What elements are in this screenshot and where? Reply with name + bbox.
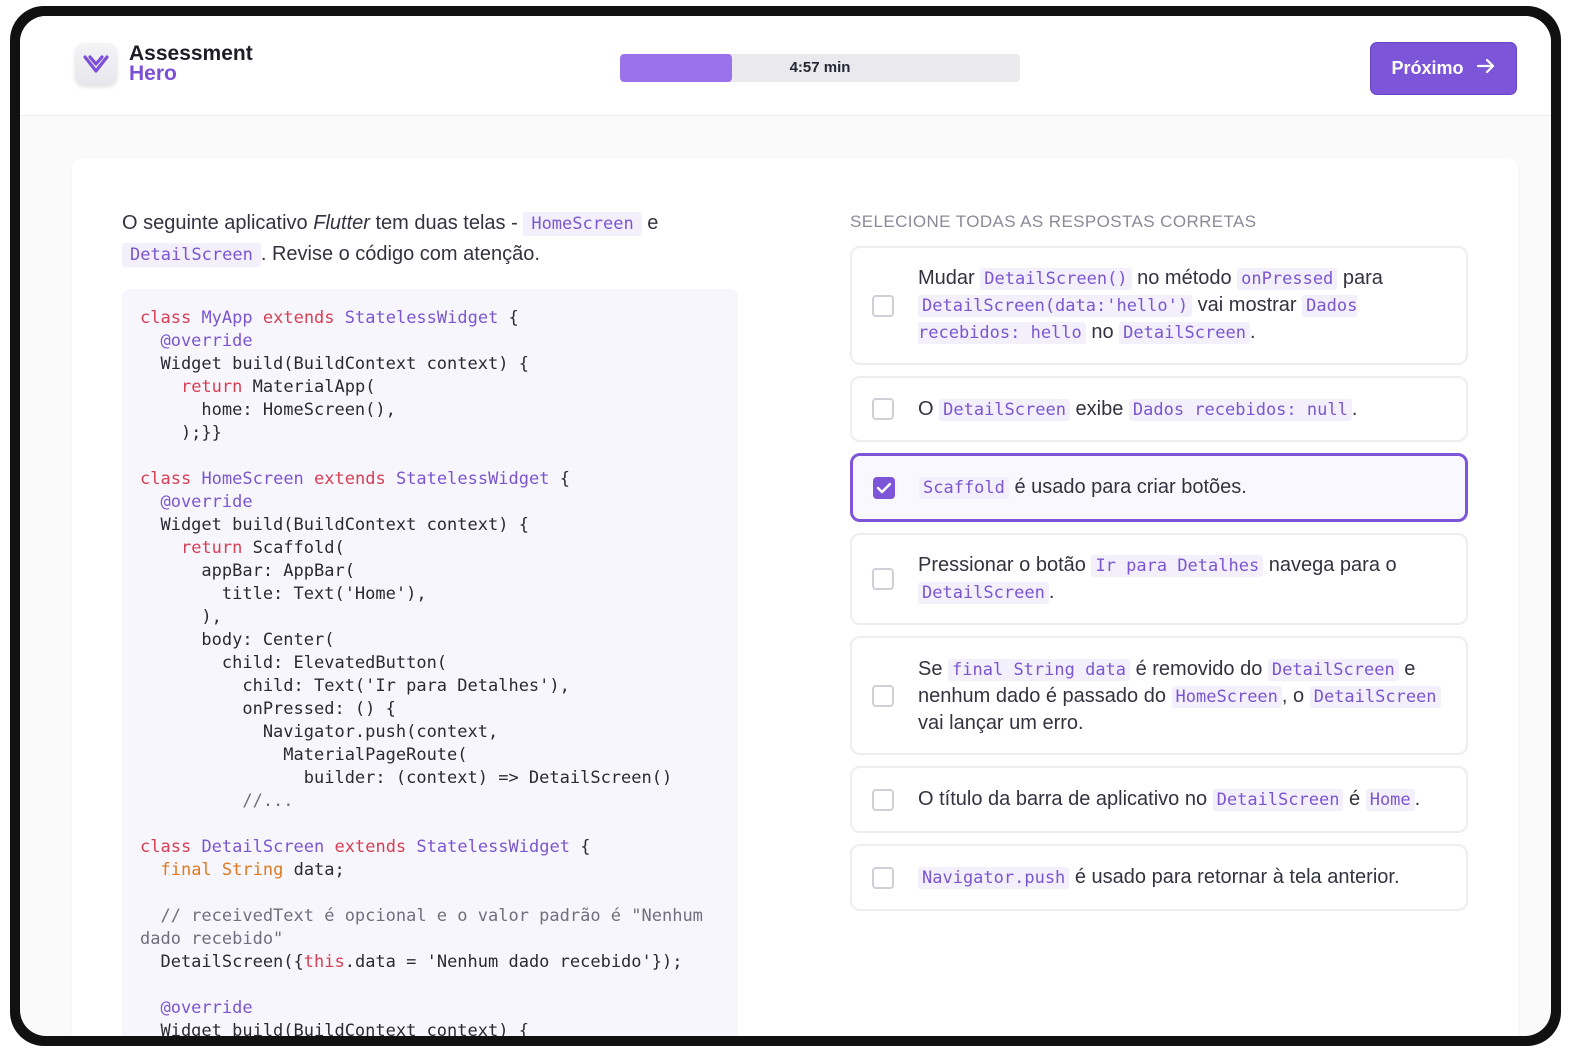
code-line: Widget build(BuildContext context) { xyxy=(140,1021,529,1036)
question-text-part: tem duas telas - xyxy=(369,212,524,234)
timer-label: 4:57 min xyxy=(789,59,851,76)
option-checkbox[interactable] xyxy=(873,476,895,499)
code-line: home: HomeScreen(), xyxy=(140,400,396,420)
question-text: O seguinte aplicativo Flutter tem duas t… xyxy=(122,208,742,270)
answer-option-4[interactable]: Pressionar o botão Ir para Detalhes nave… xyxy=(850,533,1468,625)
next-button[interactable]: Próximo xyxy=(1370,42,1517,95)
arrow-right-icon xyxy=(1476,57,1496,80)
options-title: SELECIONE TODAS AS RESPOSTAS CORRETAS xyxy=(850,212,1257,231)
code-line: );}} xyxy=(140,423,222,443)
option-checkbox[interactable] xyxy=(872,866,894,889)
option-text: O DetailScreen exibe Dados recebidos: nu… xyxy=(918,397,1358,421)
timer-progress-bar: 4:57 min xyxy=(620,54,1020,82)
code-line: return Scaffold( xyxy=(180,538,345,558)
code-line: return MaterialApp( xyxy=(180,377,376,397)
inline-code: DetailScreen xyxy=(122,243,261,267)
option-text: Pressionar o botão Ir para Detalhes nave… xyxy=(918,554,1397,604)
code-line: final String data; xyxy=(160,860,345,880)
question-text-part: e xyxy=(641,212,659,234)
question-text-part: . Revise o código com atenção. xyxy=(260,243,540,265)
answer-option-3[interactable]: Scaffold é usado para criar botões. xyxy=(850,453,1468,522)
answer-option-2[interactable]: O DetailScreen exibe Dados recebidos: nu… xyxy=(850,376,1468,442)
option-checkbox[interactable] xyxy=(872,294,894,317)
checkmark-icon xyxy=(876,482,892,493)
logo-subtitle: Hero xyxy=(129,62,177,85)
code-line: appBar: AppBar( xyxy=(140,561,355,581)
code-comment: // receivedText é opcional e o valor pad… xyxy=(140,906,703,949)
code-block: class MyApp extends StatelessWidget { @o… xyxy=(122,289,738,1036)
code-line: MaterialPageRoute( xyxy=(140,745,468,765)
code-line: Navigator.push(context, xyxy=(140,722,499,742)
option-checkbox[interactable] xyxy=(872,684,894,707)
question-text-emphasis: Flutter xyxy=(313,212,370,234)
option-checkbox[interactable] xyxy=(872,788,894,811)
code-line: child: Text('Ir para Detalhes'), xyxy=(140,676,570,696)
answer-options: Mudar DetailScreen() no método onPressed… xyxy=(850,246,1468,922)
code-line: //... xyxy=(140,791,294,811)
app-screen: Assessment Hero 4:57 min Próximo O segui… xyxy=(20,16,1551,1036)
hero-logo-icon xyxy=(75,43,117,85)
option-checkbox[interactable] xyxy=(872,568,894,590)
answer-option-6[interactable]: O título da barra de aplicativo no Detai… xyxy=(850,766,1468,833)
code-line: ), xyxy=(140,607,222,627)
option-text: Scaffold é usado para criar botões. xyxy=(919,474,1247,501)
option-text: Mudar DetailScreen() no método onPressed… xyxy=(918,267,1383,344)
next-button-label: Próximo xyxy=(1391,58,1464,78)
question-card: O seguinte aplicativo Flutter tem duas t… xyxy=(72,158,1518,1036)
code-line: class DetailScreen extends StatelessWidg… xyxy=(140,837,591,857)
answer-option-5[interactable]: Se final String data é removido do Detai… xyxy=(850,636,1468,755)
code-line: @override xyxy=(140,998,253,1018)
code-line: DetailScreen({this.data = 'Nenhum dado r… xyxy=(140,952,683,972)
header: Assessment Hero 4:57 min Próximo xyxy=(20,16,1551,116)
code-line: title: Text('Home'), xyxy=(140,584,427,604)
code-line: onPressed: () { xyxy=(140,699,396,719)
code-line: @override xyxy=(140,492,253,512)
logo-title: Assessment xyxy=(129,42,253,65)
code-line: builder: (context) => DetailScreen() xyxy=(140,768,673,788)
option-checkbox[interactable] xyxy=(872,398,894,420)
option-text: Navigator.push é usado para retornar à t… xyxy=(918,864,1400,891)
code-line: Widget build(BuildContext context) { xyxy=(140,354,529,374)
code-line: class MyApp extends StatelessWidget { xyxy=(140,308,519,328)
option-text: Se final String data é removido do Detai… xyxy=(918,656,1444,736)
logo: Assessment Hero xyxy=(75,43,253,85)
inline-code: HomeScreen xyxy=(523,212,642,236)
answer-option-1[interactable]: Mudar DetailScreen() no método onPressed… xyxy=(850,246,1468,365)
question-text-part: O seguinte aplicativo xyxy=(122,212,314,234)
answer-option-7[interactable]: Navigator.push é usado para retornar à t… xyxy=(850,844,1468,911)
code-line: @override xyxy=(140,331,253,351)
code-line: child: ElevatedButton( xyxy=(140,653,448,673)
option-text: O título da barra de aplicativo no Detai… xyxy=(918,788,1421,811)
device-frame: Assessment Hero 4:57 min Próximo O segui… xyxy=(10,6,1561,1046)
code-line: body: Center( xyxy=(140,630,335,650)
code-line: class HomeScreen extends StatelessWidget… xyxy=(140,469,570,489)
code-line: Widget build(BuildContext context) { xyxy=(140,515,529,535)
